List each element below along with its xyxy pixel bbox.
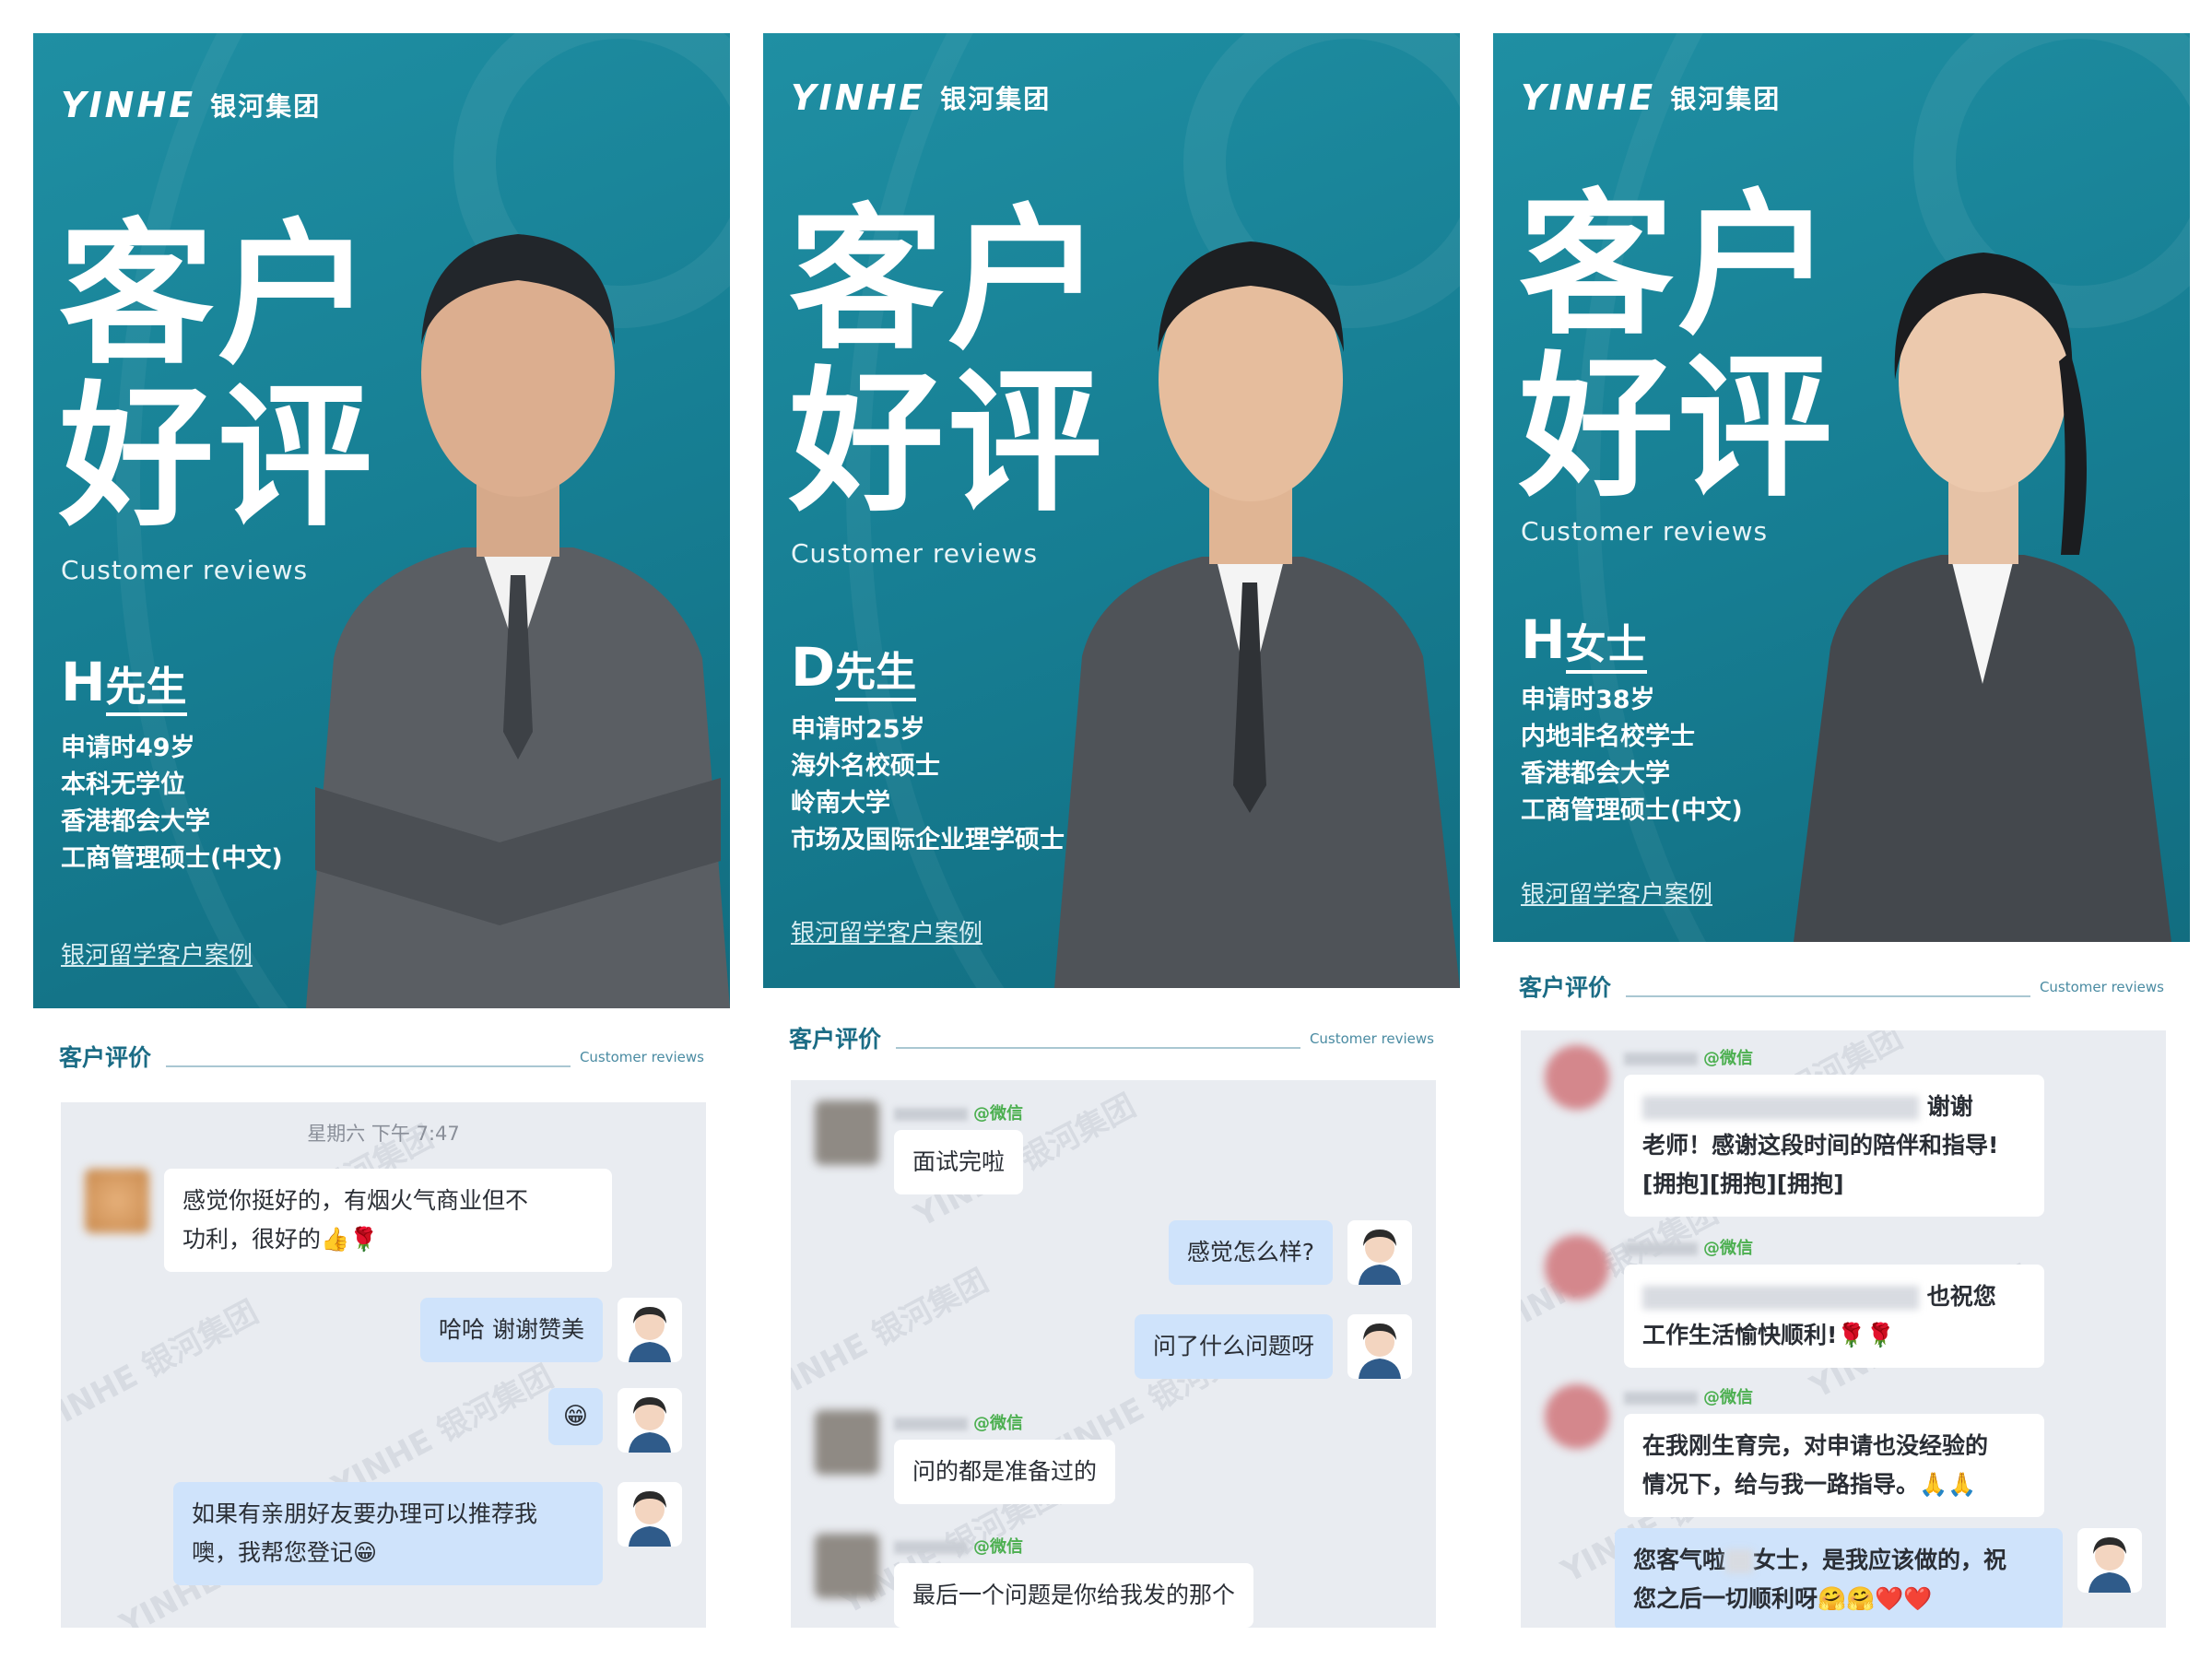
client-details: 申请时38岁 内地非名校学士 香港都会大学 工商管理硕士(中文) bbox=[1521, 686, 1743, 825]
agent-avatar bbox=[1347, 1314, 1412, 1379]
message-outgoing: 感觉怎么样? bbox=[1168, 1220, 1412, 1285]
review-section-header: 客户评价 Customer reviews bbox=[59, 1044, 704, 1071]
brand-logo: YINHE 银河集团 bbox=[1521, 77, 1782, 118]
message-incoming: 感觉你挺好的，有烟火气商业但不 功利，很好的👍🌹 bbox=[85, 1169, 612, 1272]
poster-1: YINHE 银河集团 客户 好评 Customer reviews H先生 申请… bbox=[33, 33, 730, 1008]
message-outgoing: 😁 bbox=[547, 1388, 682, 1453]
brand-logo: YINHE 银河集团 bbox=[61, 85, 322, 125]
message-incoming: @微信 谢谢 老师！感谢这段时间的陪伴和指导! [拥抱][拥抱][拥抱] bbox=[1545, 1045, 2044, 1217]
avatar bbox=[1545, 1045, 1609, 1110]
client-photo bbox=[1054, 241, 1460, 988]
brand-logo: YINHE 银河集团 bbox=[791, 77, 1052, 118]
agent-avatar bbox=[2077, 1528, 2142, 1593]
avatar bbox=[85, 1169, 149, 1233]
avatar bbox=[815, 1534, 879, 1598]
poster-subtitle: Customer reviews bbox=[1521, 516, 1769, 547]
agent-avatar bbox=[618, 1482, 682, 1547]
poster-3: YINHE 银河集团 客户 好评 Customer reviews H女士 申请… bbox=[1493, 33, 2190, 942]
client-details: 申请时25岁 海外名校硕士 岭南大学 市场及国际企业理学硕士 bbox=[791, 715, 1065, 854]
message-incoming: @微信 面试完啦 bbox=[815, 1100, 1024, 1194]
review-section-header: 客户评价 Customer reviews bbox=[789, 1026, 1434, 1053]
chat-screenshot-1: YINHE 银河集团 YINHE 银河集团 YINHE 银河集团 YINHE 银… bbox=[61, 1102, 706, 1628]
agent-avatar bbox=[1347, 1220, 1412, 1285]
client-photo bbox=[1794, 253, 2171, 942]
avatar bbox=[815, 1410, 879, 1475]
case-link[interactable]: 银河留学客户案例 bbox=[61, 936, 253, 971]
message-outgoing: 如果有亲朋好友要办理可以推荐我 噢，我帮您登记😁 bbox=[173, 1482, 682, 1585]
client-name: H先生 bbox=[61, 651, 187, 716]
message-outgoing: 哈哈 谢谢赞美 bbox=[420, 1298, 682, 1362]
agent-avatar bbox=[618, 1388, 682, 1453]
chat-screenshot-3: YINHE 银河集团 YINHE 银河集团 YINHE 银河集团 YINHE 银… bbox=[1521, 1030, 2166, 1628]
message-outgoing: 您客气啦 女士，是我应该做的，祝 您之后一切顺利呀🤗🤗❤️❤️ bbox=[1615, 1528, 2142, 1628]
message-incoming: @微信 问的都是准备过的 bbox=[815, 1410, 1116, 1504]
message-incoming: @微信 也祝您 工作生活愉快顺利!🌹🌹 bbox=[1545, 1235, 2044, 1368]
message-incoming: @微信 最后一个问题是你给我发的那个 bbox=[815, 1534, 1254, 1628]
case-link[interactable]: 银河留学客户案例 bbox=[1521, 876, 1712, 910]
agent-avatar bbox=[618, 1298, 682, 1362]
client-photo bbox=[306, 234, 730, 1008]
poster-subtitle: Customer reviews bbox=[791, 538, 1039, 569]
avatar bbox=[1545, 1384, 1609, 1449]
message-incoming: @微信 在我刚生育完，对申请也没经验的 情况下，给与我一路指导。🙏🙏 bbox=[1545, 1384, 2044, 1517]
chat-timestamp: 星期六 下午 7:47 bbox=[307, 1123, 460, 1145]
avatar bbox=[1545, 1235, 1609, 1300]
review-section-header: 客户评价 Customer reviews bbox=[1519, 974, 2164, 1001]
client-name: H女士 bbox=[1521, 608, 1647, 674]
client-name: D先生 bbox=[791, 636, 917, 701]
client-details: 申请时49岁 本科无学位 香港都会大学 工商管理硕士(中文) bbox=[61, 734, 283, 873]
message-outgoing: 问了什么问题呀 bbox=[1134, 1314, 1412, 1379]
case-link[interactable]: 银河留学客户案例 bbox=[791, 914, 982, 948]
poster-2: YINHE 银河集团 客户 好评 Customer reviews D先生 申请… bbox=[763, 33, 1460, 988]
poster-subtitle: Customer reviews bbox=[61, 555, 309, 585]
avatar bbox=[815, 1100, 879, 1165]
chat-screenshot-2: YINHE 银河集团 YINHE 银河集团 YINHE 银河集团 YINHE 银… bbox=[791, 1080, 1436, 1628]
